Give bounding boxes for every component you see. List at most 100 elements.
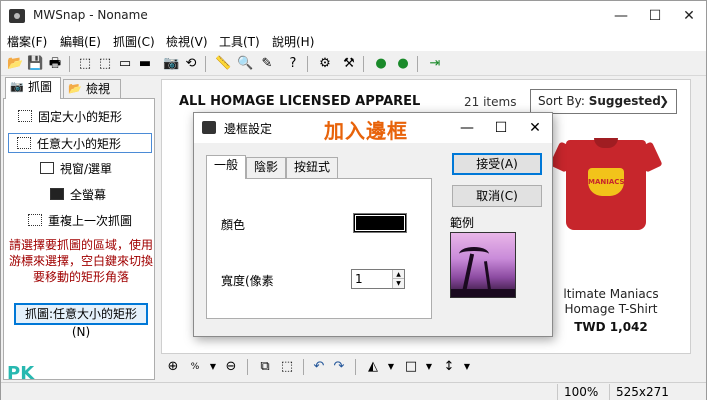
repeat-capture-icon (28, 214, 42, 226)
print-icon[interactable]: 🖶 (47, 56, 63, 72)
toolbar-separator (247, 359, 248, 375)
tab-capture[interactable]: 📷 抓圖 (5, 77, 61, 99)
redo-icon[interactable]: ↷ (331, 359, 347, 375)
zoom-icon[interactable]: 🔍 (237, 56, 253, 72)
capture-fixed-rect[interactable]: 固定大小的矩形 (4, 107, 154, 127)
left-panel: 📷 抓圖 📂 檢視 固定大小的矩形 任意大小的矩形 視窗/選單 全螢幕 重複上一… (1, 77, 157, 382)
settings-icon[interactable]: ⚒ (341, 56, 357, 72)
open-icon[interactable]: 📂 (7, 56, 23, 72)
crop-icon[interactable]: ⬚ (279, 359, 295, 375)
dialog-maximize-button[interactable]: ☐ (484, 113, 518, 143)
menu-bar: 檔案(F) 編輯(E) 抓圖(C) 檢視(V) 工具(T) 說明(H) (1, 31, 706, 51)
toolbar-separator (69, 56, 70, 72)
close-button[interactable]: ✕ (672, 1, 706, 31)
fixed-rect-icon (18, 110, 32, 122)
exit-icon[interactable]: ⇥ (427, 56, 443, 72)
title-bar: MWSnap - Noname — ☐ ✕ (1, 1, 706, 31)
capture-any-rect-button[interactable]: 抓圖:任意大小的矩形(N) (14, 303, 148, 339)
fullscreen-icon[interactable]: ▬ (137, 56, 153, 72)
capture-any-rect[interactable]: 任意大小的矩形 (8, 133, 152, 153)
dialog-minimize-button[interactable]: — (450, 113, 484, 143)
vertical-scrollbar[interactable] (691, 79, 706, 354)
toolbar-separator (355, 359, 356, 375)
tools-icon[interactable]: ⚙ (317, 56, 333, 72)
product-image[interactable]: MANIACS (546, 130, 666, 280)
toolbar-separator (363, 56, 364, 72)
capture-tab-page: 固定大小的矩形 任意大小的矩形 視窗/選單 全螢幕 重複上一次抓圖 請選擇要抓圖… (3, 98, 155, 380)
dialog-close-button[interactable]: ✕ (518, 113, 552, 143)
save-green-icon[interactable]: ● (373, 56, 389, 72)
product-name[interactable]: ltimate Maniacs Homage T-Shirt (546, 287, 676, 317)
tab-general[interactable]: 一般 (206, 155, 246, 179)
save-icon[interactable]: 💾 (27, 56, 43, 72)
help-icon[interactable]: ? (285, 56, 301, 72)
pk-watermark-logo: PK (7, 363, 35, 384)
toolbar: 📂 💾 🖶 ⬚ ⬚ ▭ ▬ 📷 ⟲ 📏 🔍 ✎ ? ⚙ ⚒ ● ● ⇥ (1, 52, 706, 76)
annotation-label: 加入邊框 (324, 119, 408, 143)
width-input[interactable] (352, 270, 392, 288)
accept-button[interactable]: 接受(A) (452, 153, 542, 175)
palm-fronds (459, 247, 489, 261)
capture-fullscreen[interactable]: 全螢幕 (4, 185, 154, 205)
color-picker-icon[interactable]: ✎ (259, 56, 275, 72)
window-capture-icon[interactable]: ▭ (117, 56, 133, 72)
flip-icon[interactable]: ◭ (365, 359, 381, 375)
capture-window[interactable]: 視窗/選單 (4, 159, 154, 179)
command-label: 視窗/選單 (60, 162, 113, 176)
chevron-down-icon[interactable]: ▼ (421, 359, 437, 375)
camera-icon (9, 9, 25, 23)
capture-repeat[interactable]: 重複上一次抓圖 (4, 211, 154, 231)
color-label: 顏色 (221, 218, 246, 232)
item-count: 21 items (464, 95, 517, 109)
menu-capture[interactable]: 抓圖(C) (113, 33, 155, 50)
menu-edit[interactable]: 編輯(E) (60, 33, 101, 50)
camera-icon[interactable]: 📷 (163, 56, 179, 72)
spin-up-arrow[interactable]: ▲ (392, 270, 404, 279)
zoom-100-icon[interactable]: % (187, 359, 203, 375)
tab-label: 抓圖 (28, 80, 53, 94)
repeat-capture-icon[interactable]: ⟲ (183, 56, 199, 72)
chevron-down-icon[interactable]: ▼ (459, 359, 475, 375)
menu-tools[interactable]: 工具(T) (219, 33, 260, 50)
copy-icon[interactable]: ⧉ (257, 359, 273, 375)
tab-shadow[interactable]: 陰影 (246, 157, 286, 178)
preview-label: 範例 (450, 216, 475, 230)
command-label: 任意大小的矩形 (37, 137, 122, 151)
tab-view[interactable]: 📂 檢視 (63, 79, 121, 99)
command-label: 全螢幕 (70, 188, 107, 202)
ruler-icon[interactable]: 📏 (215, 56, 231, 72)
width-spinner[interactable]: ▲ ▼ (351, 269, 405, 289)
camera-icon (202, 121, 216, 134)
toolbar-separator (417, 56, 418, 72)
undo-icon[interactable]: ↶ (311, 359, 327, 375)
maximize-button[interactable]: ☐ (638, 1, 672, 31)
resize-icon[interactable]: ↕ (441, 359, 457, 375)
cancel-button[interactable]: 取消(C) (452, 185, 542, 207)
sort-dropdown[interactable]: Sort By: Suggested ❯ (530, 89, 677, 114)
chevron-down-icon[interactable]: ▼ (383, 359, 399, 375)
print-green-icon[interactable]: ● (395, 56, 411, 72)
menu-file[interactable]: 檔案(F) (7, 33, 47, 50)
any-rect-icon (17, 137, 31, 149)
window-title: MWSnap - Noname (33, 8, 148, 22)
spin-down-arrow[interactable]: ▼ (392, 279, 404, 288)
border-icon[interactable]: □ (403, 359, 419, 375)
zoom-in-icon[interactable]: ⊕ (165, 359, 181, 375)
any-rect-icon[interactable]: ⬚ (97, 56, 113, 72)
color-swatch-fill (355, 215, 405, 231)
menu-help[interactable]: 說明(H) (272, 33, 314, 50)
border-color-swatch[interactable] (353, 213, 407, 233)
zoom-out-icon[interactable]: ⊖ (223, 359, 239, 375)
tab-button-style[interactable]: 按鈕式 (286, 157, 338, 178)
chevron-down-icon[interactable]: ▼ (205, 359, 221, 375)
command-label: 重複上一次抓圖 (48, 214, 133, 228)
dialog-title: 邊框設定 (224, 122, 273, 136)
width-label: 寬度(像素 (221, 274, 274, 288)
menu-view[interactable]: 檢視(V) (166, 33, 208, 50)
border-settings-dialog: 邊框設定 加入邊框 — ☐ ✕ 一般 陰影 按鈕式 顏色 寬度(像素 ▲ ▼ 接… (193, 112, 553, 337)
minimize-button[interactable]: — (604, 1, 638, 31)
fixed-rect-icon[interactable]: ⬚ (77, 56, 93, 72)
general-tab-page: 顏色 寬度(像素 ▲ ▼ (206, 178, 432, 319)
sort-value: Suggested (588, 94, 661, 108)
image-size: 525x271 (609, 384, 704, 400)
